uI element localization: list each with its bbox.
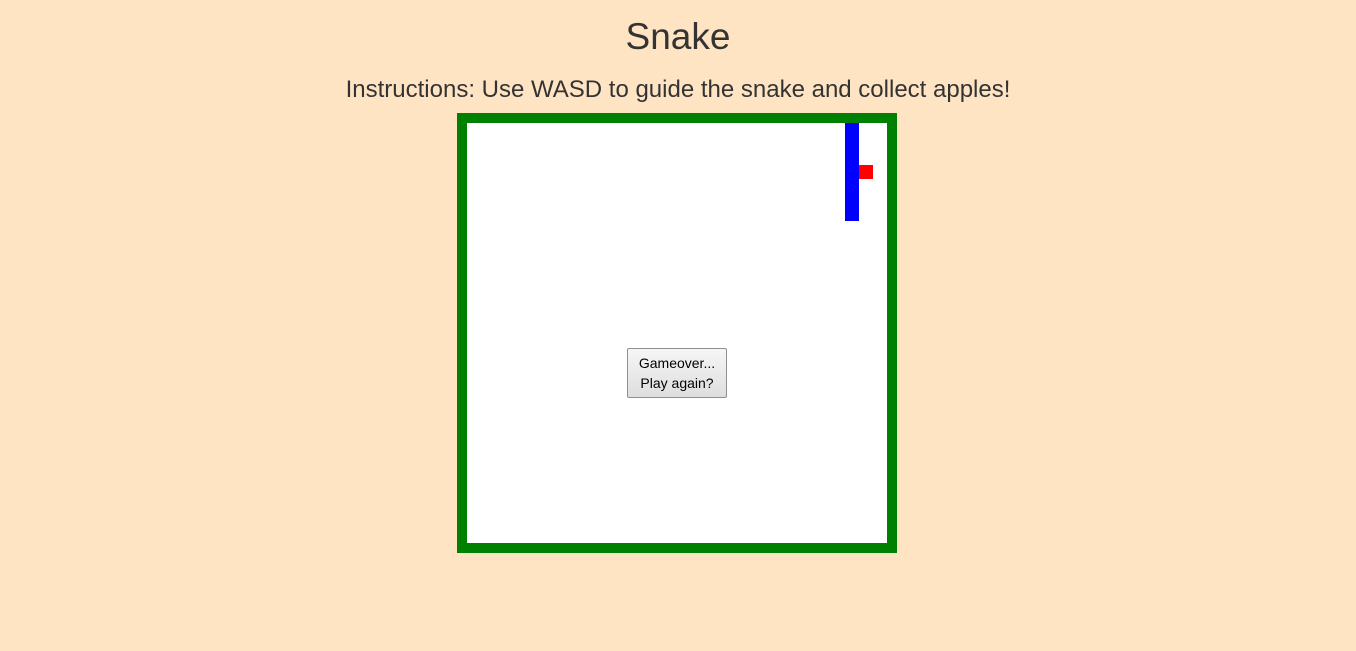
snake-body bbox=[845, 123, 859, 221]
play-again-button[interactable]: Gameover... Play again? bbox=[627, 348, 727, 398]
apple bbox=[859, 165, 873, 179]
play-again-label: Play again? bbox=[640, 375, 714, 391]
gameover-label: Gameover... bbox=[638, 355, 716, 371]
game-board[interactable]: Gameover... Play again? bbox=[457, 113, 897, 553]
page-title: Snake bbox=[625, 16, 731, 57]
instructions-text: Instructions: Use WASD to guide the snak… bbox=[345, 76, 1011, 103]
